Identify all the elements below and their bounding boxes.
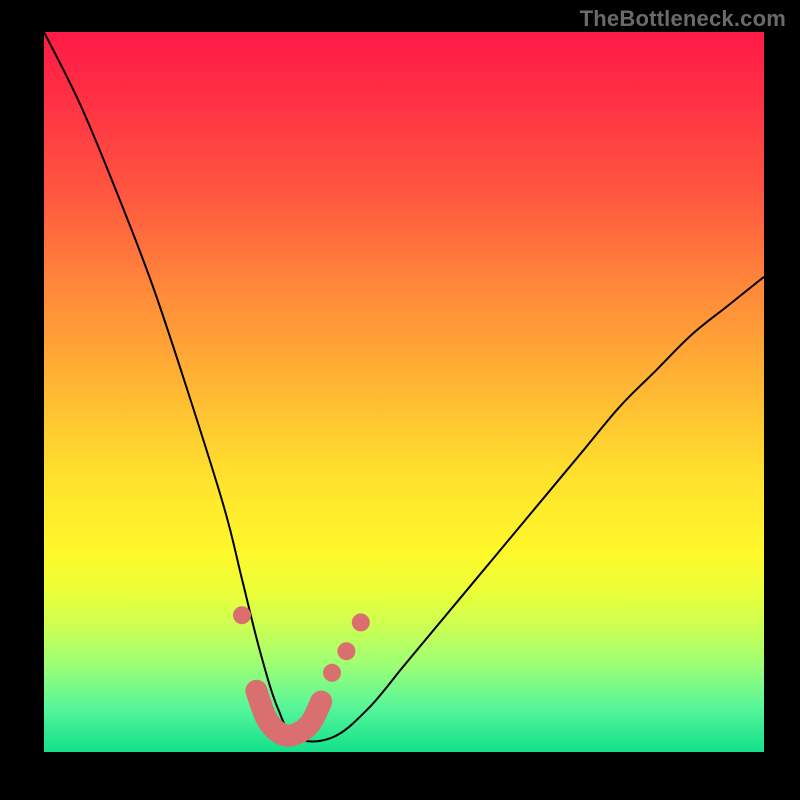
elbow-highlight (256, 691, 321, 736)
chart-frame: TheBottleneck.com (0, 0, 800, 800)
plot-area (44, 32, 764, 752)
data-marker (352, 613, 370, 631)
bottleneck-curve (44, 32, 764, 741)
watermark-text: TheBottleneck.com (580, 6, 786, 32)
data-marker (323, 664, 341, 682)
data-marker (337, 642, 355, 660)
data-marker (233, 606, 251, 624)
data-markers (233, 606, 370, 682)
curve-svg (44, 32, 764, 752)
